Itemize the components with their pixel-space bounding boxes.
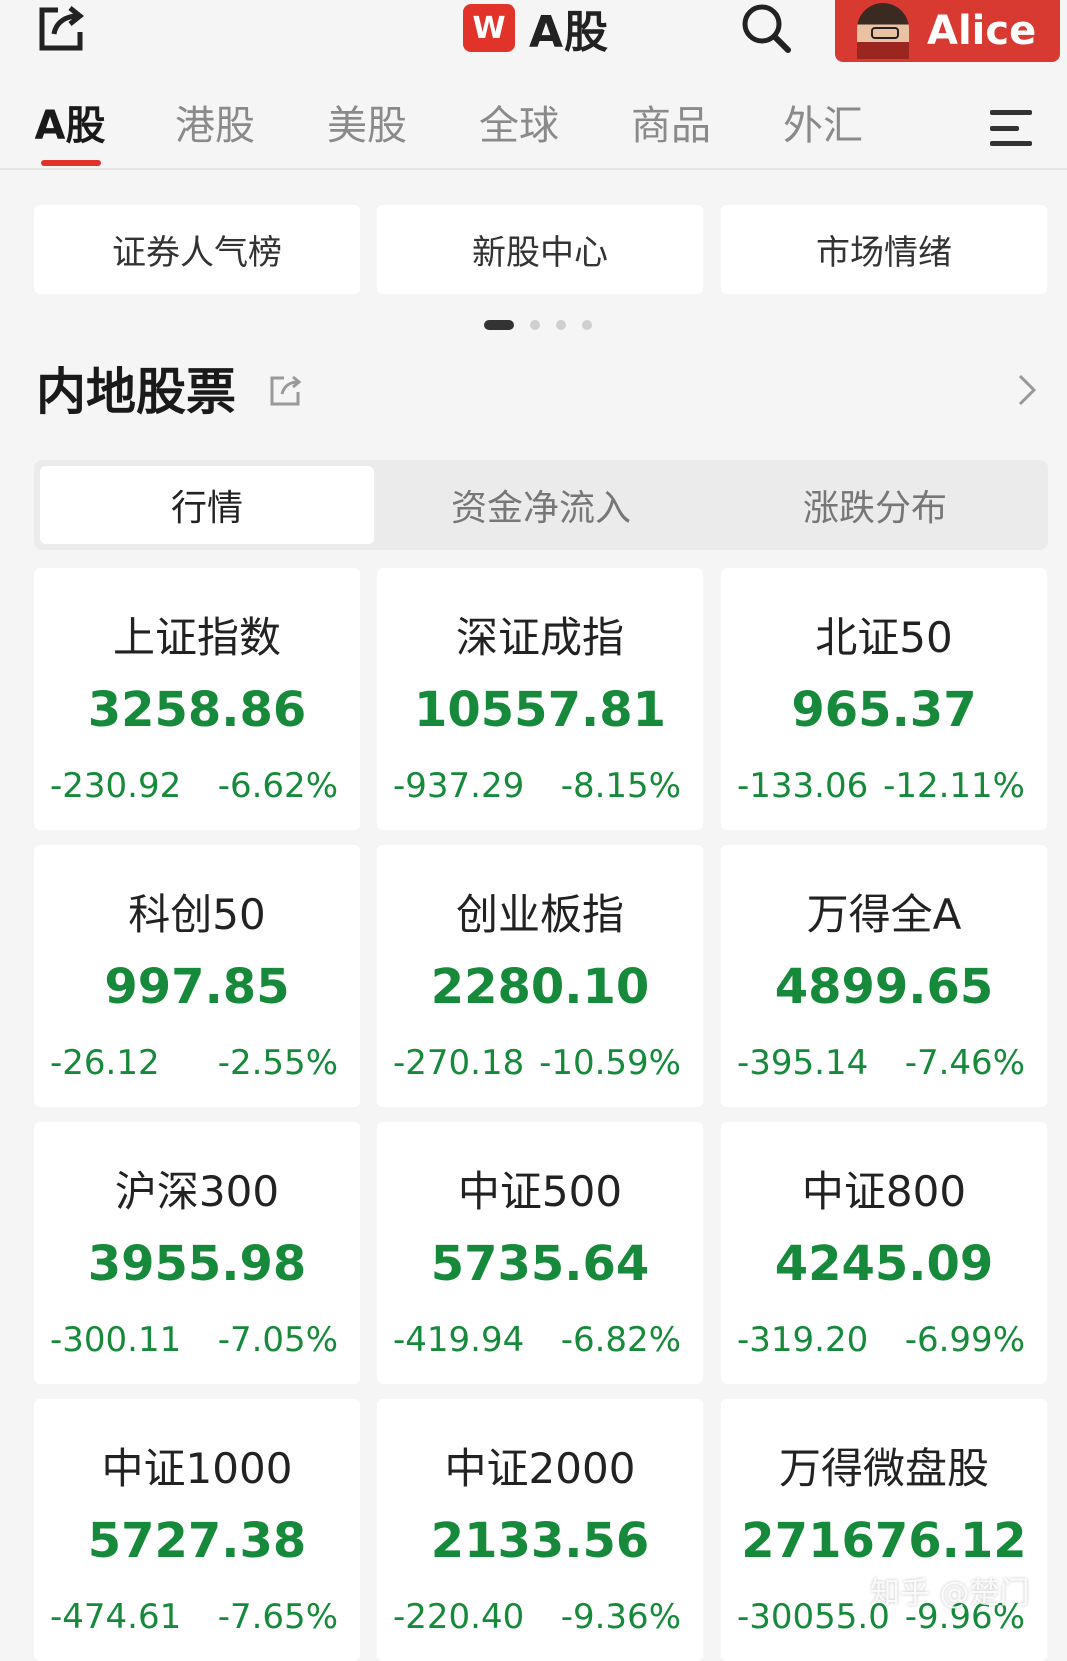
- index-card[interactable]: 中证500 5735.64 -419.94 -6.82%: [377, 1122, 703, 1384]
- index-name: 万得微盘股: [778, 1444, 989, 1493]
- index-value: 5727.38: [87, 1513, 307, 1569]
- index-name: 中证1000: [101, 1444, 293, 1493]
- page-indicator: [484, 320, 592, 330]
- index-value: 4899.65: [774, 959, 994, 1015]
- index-card[interactable]: 创业板指 2280.10 -270.18 -10.59%: [377, 845, 703, 1107]
- index-change: -220.40: [393, 1597, 525, 1637]
- index-change-percent: -6.62%: [217, 766, 338, 806]
- index-name: 中证800: [801, 1167, 967, 1216]
- index-name: 创业板指: [455, 890, 624, 939]
- segment-quotes[interactable]: 行情: [40, 466, 374, 544]
- tab-hk-stocks[interactable]: 港股: [170, 96, 260, 156]
- page-dot: [582, 320, 592, 330]
- index-change: -474.61: [50, 1597, 182, 1637]
- index-name: 沪深300: [114, 1167, 280, 1216]
- index-value: 4245.09: [774, 1236, 994, 1292]
- page-dot: [530, 320, 540, 330]
- index-value: 271676.12: [741, 1513, 1027, 1569]
- index-change-percent: -9.36%: [560, 1597, 681, 1637]
- index-card[interactable]: 北证50 965.37 -133.06 -12.11%: [721, 568, 1047, 830]
- top-bar: W A股 Alice: [0, 0, 1067, 80]
- search-icon: [742, 4, 791, 53]
- index-change-percent: -8.15%: [560, 766, 681, 806]
- market-tabs: A股 港股 美股 全球 商品 外汇: [0, 86, 1067, 170]
- shortcut-market-sentiment[interactable]: 市场情绪: [721, 205, 1047, 294]
- index-card[interactable]: 中证800 4245.09 -319.20 -6.99%: [721, 1122, 1047, 1384]
- index-value: 3258.86: [87, 682, 307, 738]
- tab-forex[interactable]: 外汇: [778, 96, 868, 156]
- segment-distribution[interactable]: 涨跌分布: [708, 466, 1042, 544]
- index-change: -319.20: [737, 1320, 869, 1360]
- index-name: 万得全A: [806, 890, 962, 939]
- index-card[interactable]: 万得全A 4899.65 -395.14 -7.46%: [721, 845, 1047, 1107]
- index-change-percent: -7.65%: [217, 1597, 338, 1637]
- index-card[interactable]: 上证指数 3258.86 -230.92 -6.62%: [34, 568, 360, 830]
- index-change: -419.94: [393, 1320, 525, 1360]
- menu-icon-line: [990, 125, 1020, 131]
- index-card[interactable]: 中证2000 2133.56 -220.40 -9.36%: [377, 1399, 703, 1661]
- index-change: -270.18: [393, 1043, 525, 1083]
- index-value: 5735.64: [430, 1236, 650, 1292]
- menu-icon-line: [990, 141, 1032, 146]
- index-name: 上证指数: [112, 613, 281, 662]
- index-card[interactable]: 科创50 997.85 -26.12 -2.55%: [34, 845, 360, 1107]
- index-value: 2280.10: [430, 959, 650, 1015]
- index-card[interactable]: 沪深300 3955.98 -300.11 -7.05%: [34, 1122, 360, 1384]
- search-button[interactable]: [738, 2, 794, 54]
- index-change: -30055.0: [737, 1597, 890, 1637]
- index-name: 北证50: [815, 613, 953, 662]
- index-name: 中证500: [457, 1167, 623, 1216]
- tab-global[interactable]: 全球: [474, 96, 564, 156]
- menu-icon: [990, 110, 1032, 115]
- brand: W A股: [463, 0, 609, 58]
- avatar: [857, 3, 909, 59]
- tab-a-shares[interactable]: A股: [30, 96, 110, 156]
- page-dot-active: [484, 320, 514, 330]
- menu-button[interactable]: [986, 106, 1036, 150]
- watermark: 知乎 @楚门: [870, 1576, 1030, 1611]
- tab-us-stocks[interactable]: 美股: [322, 96, 412, 156]
- index-change: -26.12: [50, 1043, 160, 1083]
- index-change-percent: -6.82%: [560, 1320, 681, 1360]
- brand-logo: W: [463, 4, 515, 52]
- page-title: A股: [529, 7, 610, 58]
- share-button[interactable]: [30, 0, 94, 56]
- index-change: -937.29: [393, 766, 525, 806]
- index-value: 10557.81: [413, 682, 667, 738]
- view-segmented-control: 行情 资金净流入 涨跌分布: [34, 460, 1048, 550]
- index-change-percent: -7.05%: [217, 1320, 338, 1360]
- index-name: 深证成指: [455, 613, 624, 662]
- index-change-percent: -12.11%: [883, 766, 1025, 806]
- index-value: 2133.56: [430, 1513, 650, 1569]
- index-name: 中证2000: [444, 1444, 636, 1493]
- index-change-percent: -7.46%: [904, 1043, 1025, 1083]
- index-change: -133.06: [737, 766, 869, 806]
- external-link-icon[interactable]: [268, 372, 304, 412]
- shortcut-popular-securities[interactable]: 证券人气榜: [34, 205, 360, 294]
- index-change: -230.92: [50, 766, 182, 806]
- share-icon: [39, 6, 85, 51]
- user-account-button[interactable]: Alice: [835, 0, 1060, 62]
- segment-net-inflow[interactable]: 资金净流入: [374, 466, 708, 544]
- index-card[interactable]: 深证成指 10557.81 -937.29 -8.15%: [377, 568, 703, 830]
- index-change: -300.11: [50, 1320, 182, 1360]
- index-value: 3955.98: [87, 1236, 307, 1292]
- index-value: 997.85: [104, 959, 290, 1015]
- tab-commodities[interactable]: 商品: [626, 96, 716, 156]
- index-card[interactable]: 中证1000 5727.38 -474.61 -7.65%: [34, 1399, 360, 1661]
- index-change: -395.14: [737, 1043, 869, 1083]
- index-change-percent: -2.55%: [217, 1043, 338, 1083]
- index-name: 科创50: [128, 890, 266, 939]
- active-tab-indicator: [41, 160, 101, 166]
- shortcut-ipo-center[interactable]: 新股中心: [377, 205, 703, 294]
- index-change-percent: -6.99%: [904, 1320, 1025, 1360]
- section-title: 内地股票: [36, 363, 236, 421]
- index-card[interactable]: 万得微盘股 271676.12 -30055.0 -9.96%: [721, 1399, 1047, 1661]
- user-name: Alice: [927, 8, 1037, 54]
- chevron-right-icon[interactable]: [1016, 372, 1038, 412]
- index-change-percent: -10.59%: [539, 1043, 681, 1083]
- page-dot: [556, 320, 566, 330]
- index-value: 965.37: [791, 682, 977, 738]
